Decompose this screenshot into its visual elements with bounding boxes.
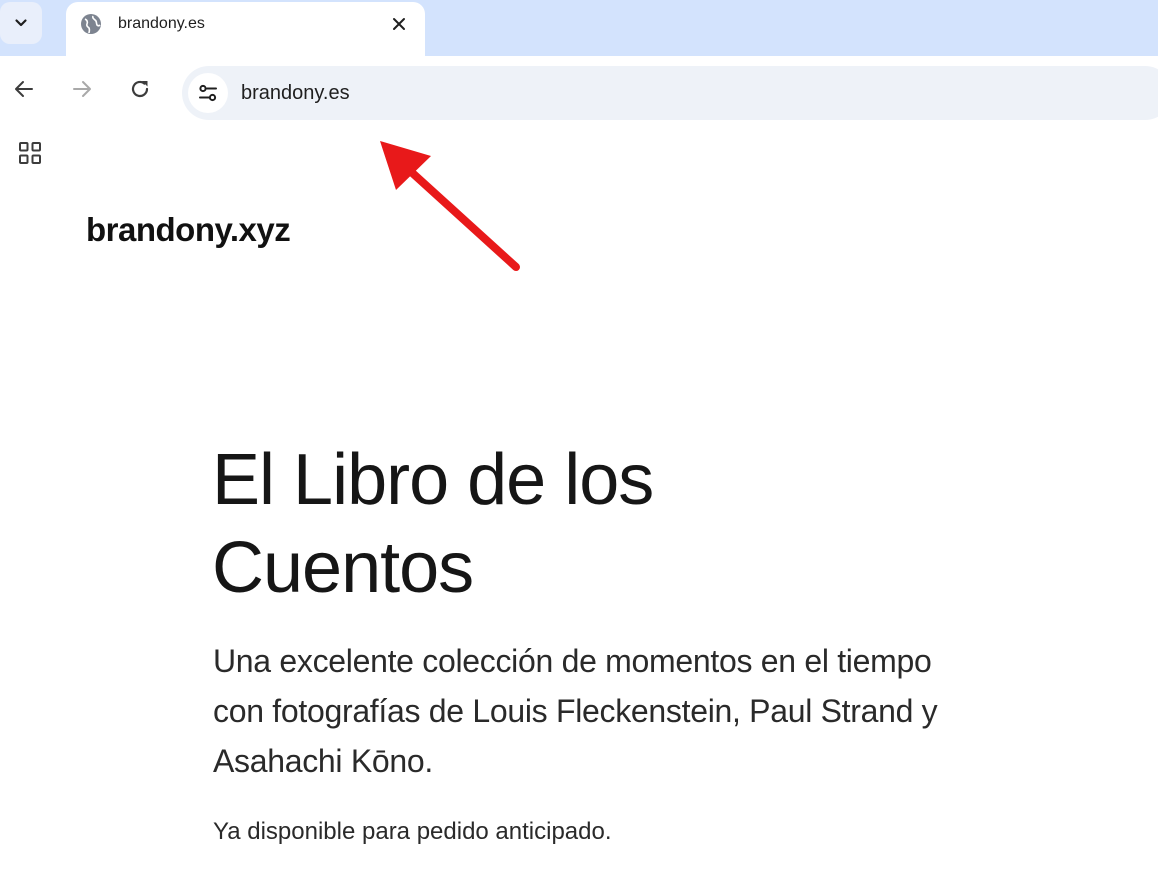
page-title-line-1: El Libro de los	[212, 440, 654, 520]
chevron-down-icon	[15, 19, 27, 27]
tune-icon	[199, 84, 217, 102]
annotation-arrow-icon	[380, 141, 520, 271]
url-text[interactable]: brandony.es	[241, 80, 350, 106]
arrow-left-icon	[15, 81, 33, 97]
site-logo[interactable]: brandony.xyz	[86, 210, 291, 250]
close-icon	[393, 18, 405, 30]
reload-button[interactable]	[125, 74, 155, 104]
page-subtitle: Una excelente colección de momentos en e…	[213, 643, 938, 779]
reload-icon	[131, 80, 149, 98]
browser-toolbar: brandony.es	[0, 56, 1158, 128]
forward-button[interactable]	[67, 74, 97, 104]
arrow-right-icon	[73, 81, 91, 97]
globe-icon	[81, 14, 101, 34]
tab-close-button[interactable]	[387, 12, 411, 36]
back-button[interactable]	[9, 74, 39, 104]
tab-title: brandony.es	[118, 15, 205, 32]
tab-strip: brandony.es	[0, 0, 1158, 56]
page-title-line-2: Cuentos	[212, 528, 474, 608]
apps-grid-icon	[19, 142, 41, 164]
page-title: El Libro de los Cuentos	[212, 436, 832, 612]
address-bar[interactable]: brandony.es	[182, 66, 1158, 120]
browser-tab[interactable]: brandony.es	[66, 2, 425, 56]
site-info-button[interactable]	[188, 73, 228, 113]
tab-search-button[interactable]	[0, 2, 42, 44]
apps-button[interactable]	[17, 140, 43, 166]
preorder-note: Ya disponible para pedido anticipado.	[213, 818, 612, 845]
